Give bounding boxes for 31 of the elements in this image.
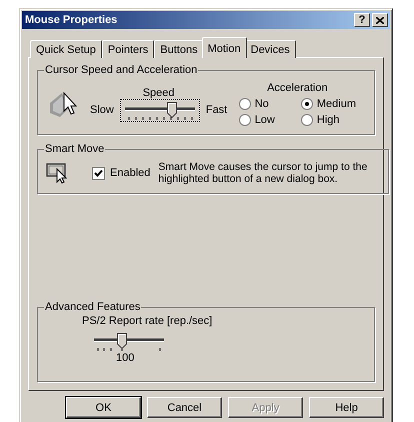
tab[interactable]: Quick Setup	[30, 40, 102, 58]
tab[interactable]: Buttons	[154, 40, 204, 58]
description-text: Smart Move causes the cursor to jump to the highlighted button of a new dialog box.	[158, 161, 368, 185]
radio-button[interactable]: Low	[238, 114, 275, 126]
speed-label: Speed	[142, 86, 175, 98]
radio-button[interactable]: No	[238, 98, 275, 110]
close-icon	[376, 16, 384, 24]
window-title: Mouse Properties	[25, 14, 118, 26]
report-rate-value: 100	[116, 352, 134, 364]
group-title: Advanced Features	[44, 301, 142, 313]
dialog-button[interactable]: Help	[309, 397, 384, 418]
report-rate-label: PS/2 Report rate [rep./sec]	[82, 315, 212, 327]
enabled-checkbox[interactable]: Enabled	[92, 166, 150, 180]
dialog-button[interactable]: OK	[66, 397, 141, 418]
tab[interactable]: Motion	[202, 37, 247, 58]
tab[interactable]: Pointers	[102, 40, 154, 58]
button-cursor-icon	[46, 162, 70, 184]
tab[interactable]: Devices	[244, 40, 296, 58]
slider-thumb[interactable]	[117, 333, 127, 349]
speed-slider[interactable]	[120, 98, 200, 122]
close-button[interactable]	[372, 13, 388, 27]
dialog-button[interactable]: Cancel	[147, 397, 222, 418]
group-title: Smart Move	[44, 143, 106, 155]
group-title: Cursor Speed and Acceleration	[44, 64, 198, 76]
slider-thumb[interactable]	[166, 102, 177, 118]
acceleration-label: Acceleration	[267, 82, 328, 94]
help-button[interactable]: ?	[354, 13, 370, 27]
radio-button[interactable]: High	[300, 114, 356, 126]
slow-label: Slow	[90, 104, 114, 116]
fast-label: Fast	[206, 104, 228, 116]
radio-button[interactable]: Medium	[300, 98, 356, 110]
